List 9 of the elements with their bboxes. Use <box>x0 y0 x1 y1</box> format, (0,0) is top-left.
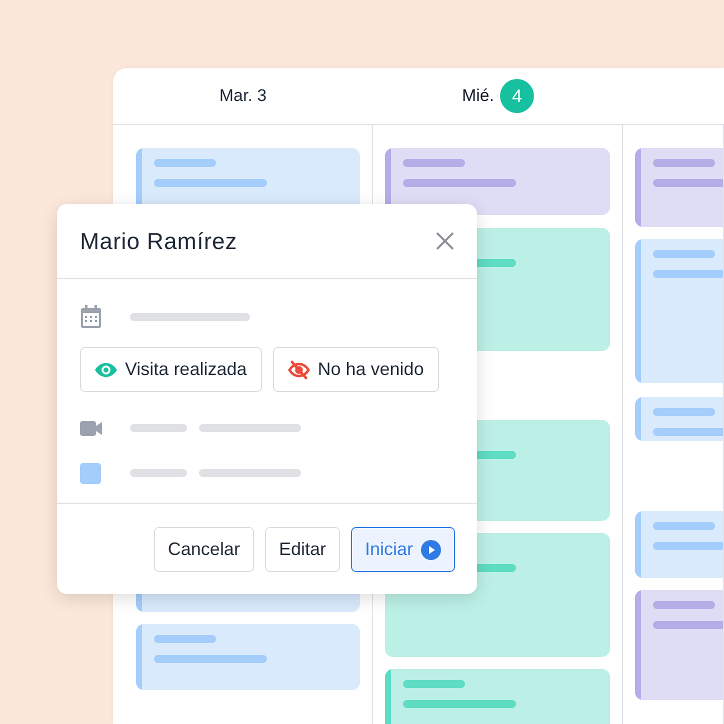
day-label: Mié. <box>462 86 494 106</box>
visit-done-button[interactable]: Visita realizada <box>80 347 262 392</box>
date-badge: 4 <box>500 79 534 113</box>
no-show-button[interactable]: No ha venido <box>272 347 439 392</box>
action-button[interactable]: Cancelar <box>154 527 254 572</box>
start-button[interactable]: Iniciar <box>350 527 455 572</box>
action-button[interactable]: Editar <box>264 527 340 572</box>
popup-title: Mario Ramírez <box>80 228 238 254</box>
day-label: Mar. 3 <box>219 86 267 106</box>
